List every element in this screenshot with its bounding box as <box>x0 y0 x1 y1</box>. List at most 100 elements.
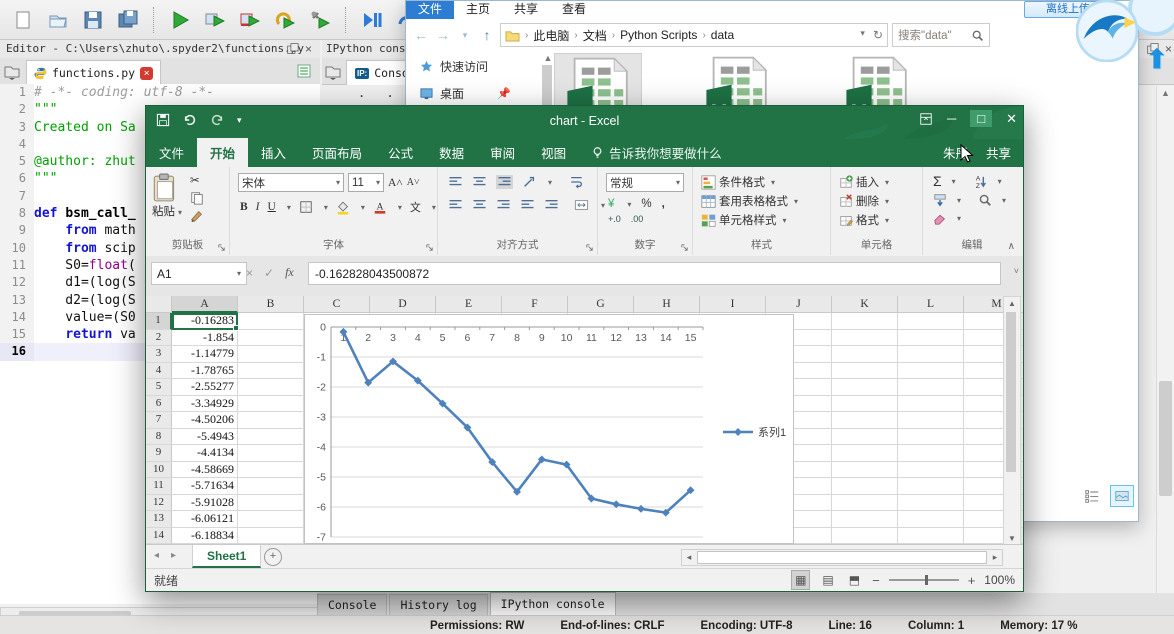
formula-bar-expand-icon[interactable]: ˅ <box>1014 266 1019 276</box>
phonetic-button[interactable]: 文 <box>410 199 421 215</box>
shrink-font-button[interactable]: A˅ <box>407 177 420 188</box>
cell-A3[interactable]: -1.14779 <box>172 346 238 363</box>
bottom-tab-history-log[interactable]: History log <box>389 594 487 615</box>
cell-L8[interactable] <box>898 429 964 446</box>
cell-B13[interactable] <box>238 511 304 528</box>
editor-tab-functions[interactable]: functions.py × <box>26 60 161 85</box>
cell-B8[interactable] <box>238 429 304 446</box>
insert-function-icon[interactable]: fx <box>285 265 294 280</box>
cell-B7[interactable] <box>238 412 304 429</box>
row-header-5[interactable]: 5 <box>146 379 172 396</box>
page-break-view-icon[interactable]: ⬒ <box>846 571 863 589</box>
cell-B6[interactable] <box>238 396 304 413</box>
page-layout-view-icon[interactable]: ▤ <box>819 571 836 589</box>
cell-K1[interactable] <box>832 313 898 330</box>
cell-B12[interactable] <box>238 495 304 512</box>
align-top-button[interactable] <box>448 176 463 188</box>
ribbon-tab-6[interactable]: 审阅 <box>477 138 528 167</box>
editor-undock-icon[interactable] <box>286 42 299 56</box>
row-header-11[interactable]: 11 <box>146 478 172 495</box>
row-header-3[interactable]: 3 <box>146 346 172 363</box>
borders-button[interactable] <box>299 200 313 214</box>
decrease-indent-button[interactable] <box>520 199 535 211</box>
decrease-decimal-button[interactable]: .00 <box>631 214 644 224</box>
editor-options-icon[interactable] <box>296 63 312 79</box>
comma-button[interactable]: , <box>662 198 665 210</box>
cell-L9[interactable] <box>898 445 964 462</box>
column-header-D[interactable]: D <box>370 296 436 313</box>
sheet-tab-sheet1[interactable]: Sheet1 <box>192 545 261 568</box>
bottom-tab-console[interactable]: Console <box>317 594 387 615</box>
cell-A4[interactable]: -1.78765 <box>172 363 238 380</box>
cell-L10[interactable] <box>898 462 964 479</box>
bold-button[interactable]: B <box>240 201 248 213</box>
collapse-ribbon-icon[interactable]: ∧ <box>1008 241 1015 252</box>
open-file-button[interactable] <box>45 7 71 33</box>
details-view-icon[interactable] <box>1082 486 1102 506</box>
cell-B14[interactable] <box>238 528 304 545</box>
run-config-button[interactable] <box>307 7 333 33</box>
address-dropdown-icon[interactable]: ▾ <box>860 28 865 42</box>
prev-sheet-icon[interactable]: ◂ <box>154 550 159 561</box>
insert-cells-button[interactable]: 插入▾ <box>831 168 922 190</box>
explorer-tab-2[interactable]: 共享 <box>502 1 550 19</box>
sort-filter-button[interactable] <box>973 174 988 189</box>
name-box[interactable]: A1▾ <box>151 262 247 285</box>
scroll-left-icon[interactable]: ◂ <box>682 552 696 563</box>
cell-A12[interactable]: -5.91028 <box>172 495 238 512</box>
column-header-I[interactable]: I <box>700 296 766 313</box>
close-tab-icon[interactable]: × <box>140 67 153 80</box>
console-vscrollbar[interactable]: ▲ ▼ <box>1156 86 1174 604</box>
percent-button[interactable]: % <box>641 198 651 210</box>
tell-me-box[interactable]: 告诉我你想要做什么 <box>579 138 734 167</box>
scroll-right-icon[interactable]: ▸ <box>988 552 1002 563</box>
formula-bar[interactable]: -0.162828043500872 <box>308 262 1001 285</box>
cell-K8[interactable] <box>832 429 898 446</box>
explorer-tab-0[interactable]: 文件 <box>406 1 454 19</box>
fill-color-button[interactable] <box>336 200 350 215</box>
merge-center-button[interactable] <box>574 198 589 212</box>
cell-B9[interactable] <box>238 445 304 462</box>
cell-L7[interactable] <box>898 412 964 429</box>
cell-B4[interactable] <box>238 363 304 380</box>
browse-tabs-icon[interactable] <box>324 62 342 80</box>
fill-button[interactable] <box>933 193 947 207</box>
run-button[interactable] <box>167 7 193 33</box>
align-bottom-button[interactable] <box>496 175 513 189</box>
embedded-chart[interactable]: 0-1-2-3-4-5-6-7123456789101112131415系列1 <box>304 314 794 544</box>
font-color-button[interactable] <box>373 200 387 215</box>
scroll-down-icon[interactable]: ▼ <box>1004 534 1020 543</box>
next-sheet-icon[interactable]: ▸ <box>171 550 176 561</box>
conditional-formatting-button[interactable]: 条件格式▾ <box>693 168 830 190</box>
debug-button[interactable] <box>359 7 385 33</box>
editor-close-icon[interactable]: × <box>305 42 312 56</box>
zoom-slider[interactable] <box>889 579 959 581</box>
breadcrumb-item[interactable]: Python Scripts <box>620 28 697 42</box>
run-cell-button[interactable] <box>202 7 228 33</box>
row-header-12[interactable]: 12 <box>146 495 172 512</box>
column-header-B[interactable]: B <box>238 296 304 313</box>
address-bar[interactable]: › 此电脑›文档›Python Scripts›data ▾ ↻ <box>500 23 888 47</box>
run-cell-advance-button[interactable] <box>237 7 263 33</box>
cell-L13[interactable] <box>898 511 964 528</box>
scrollbar-thumb[interactable] <box>1006 312 1016 472</box>
large-icons-view-icon[interactable] <box>1110 485 1134 507</box>
increase-decimal-button[interactable]: +.0 <box>608 214 621 224</box>
recent-locations-icon[interactable]: ▾ <box>456 30 474 41</box>
cell-L14[interactable] <box>898 528 964 545</box>
align-right-button[interactable] <box>496 199 511 211</box>
grow-font-button[interactable]: A˄ <box>388 177 403 189</box>
refresh-icon[interactable]: ↻ <box>873 28 883 42</box>
thunder-bird-logo[interactable] <box>1076 0 1138 62</box>
cell-L1[interactable] <box>898 313 964 330</box>
italic-button[interactable]: I <box>256 201 260 213</box>
sheet-vscrollbar[interactable]: ▲ ▼ <box>1003 296 1021 544</box>
cell-L11[interactable] <box>898 478 964 495</box>
format-painter-button[interactable] <box>190 209 204 223</box>
column-header-K[interactable]: K <box>832 296 898 313</box>
wrap-text-button[interactable] <box>569 175 584 189</box>
column-header-E[interactable]: E <box>436 296 502 313</box>
row-header-7[interactable]: 7 <box>146 412 172 429</box>
increase-indent-button[interactable] <box>544 199 559 211</box>
cell-K13[interactable] <box>832 511 898 528</box>
